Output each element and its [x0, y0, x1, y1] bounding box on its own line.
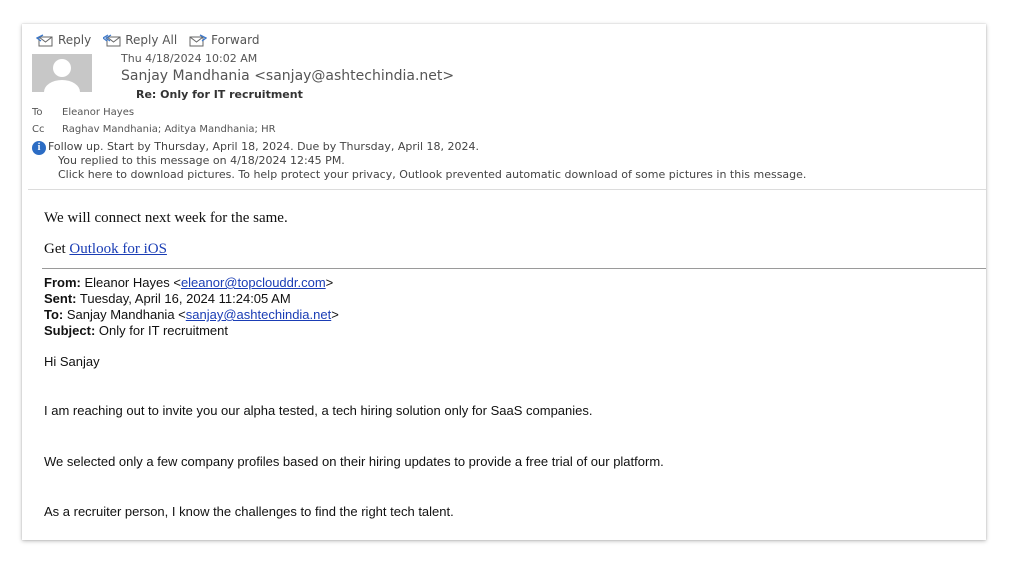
- forward-icon: [189, 34, 208, 47]
- to-recipients[interactable]: Eleanor Hayes: [62, 107, 134, 118]
- download-pictures-link[interactable]: Click here to download pictures. To help…: [58, 168, 806, 182]
- forward-button[interactable]: Forward: [189, 33, 259, 47]
- followup-text: Follow up. Start by Thursday, April 18, …: [48, 140, 480, 153]
- reply-all-button[interactable]: Reply All: [103, 33, 177, 47]
- reply-icon: [36, 34, 53, 47]
- orig-from-end: >: [325, 275, 334, 290]
- quoted-divider: [42, 268, 986, 269]
- email-reading-pane: Reply Reply All Forward Thu 4/18/2024 10…: [22, 24, 986, 540]
- header-divider: [28, 189, 986, 190]
- orig-subject-label: Subject:: [44, 323, 96, 338]
- orig-to-name: Sanjay Mandhania <: [63, 307, 186, 322]
- outlook-ios-link[interactable]: Outlook for iOS: [69, 241, 167, 257]
- cc-row: Cc Raghav Mandhania; Aditya Mandhania; H…: [32, 124, 276, 135]
- orig-subject-row: Subject: Only for IT recruitment: [44, 323, 339, 339]
- orig-to-end: >: [331, 307, 339, 322]
- to-label: To: [32, 107, 43, 118]
- body-paragraph-2: We selected only a few company profiles …: [44, 454, 664, 469]
- reply-all-label: Reply All: [125, 33, 178, 47]
- orig-sent-row: Sent: Tuesday, April 16, 2024 11:24:05 A…: [44, 291, 339, 307]
- forward-label: Forward: [211, 33, 260, 47]
- sender-avatar: [32, 54, 92, 92]
- reply-all-icon: [103, 34, 121, 47]
- reply-button[interactable]: Reply: [36, 33, 91, 47]
- message-toolbar: Reply Reply All Forward: [36, 32, 259, 48]
- orig-from-row: From: Eleanor Hayes <eleanor@topclouddr.…: [44, 275, 339, 291]
- to-row: To Eleanor Hayes: [32, 107, 134, 118]
- orig-from-email[interactable]: eleanor@topclouddr.com: [181, 275, 326, 290]
- reply-label: Reply: [58, 33, 92, 47]
- orig-to-row: To: Sanjay Mandhania <sanjay@ashtechindi…: [44, 307, 339, 323]
- body-paragraph-3: As a recruiter person, I know the challe…: [44, 504, 454, 519]
- orig-to-email[interactable]: sanjay@ashtechindia.net: [186, 307, 331, 322]
- message-subject: Re: Only for IT recruitment: [136, 88, 303, 101]
- greeting: Hi Sanjay: [44, 354, 100, 369]
- cc-label: Cc: [32, 124, 45, 135]
- cc-recipients[interactable]: Raghav Mandhania; Aditya Mandhania; HR: [62, 124, 276, 135]
- orig-subject-value: Only for IT recruitment: [95, 323, 228, 338]
- body-paragraph-1: I am reaching out to invite you our alph…: [44, 403, 593, 418]
- orig-sent-label: Sent:: [44, 291, 77, 306]
- original-header: From: Eleanor Hayes <eleanor@topclouddr.…: [44, 275, 339, 339]
- get-outlook-line: Get Outlook for iOS: [44, 241, 167, 258]
- person-icon: [44, 59, 80, 92]
- orig-sent-value: Tuesday, April 16, 2024 11:24:05 AM: [76, 291, 291, 306]
- message-date: Thu 4/18/2024 10:02 AM: [121, 52, 258, 65]
- orig-from-label: From:: [44, 275, 81, 290]
- orig-to-label: To:: [44, 307, 64, 322]
- reply-line: We will connect next week for the same.: [44, 210, 288, 226]
- replied-text: You replied to this message on 4/18/2024…: [58, 154, 345, 167]
- message-sender[interactable]: Sanjay Mandhania <sanjay@ashtechindia.ne…: [121, 68, 454, 84]
- info-bar: i Follow up. Start by Thursday, April 18…: [32, 140, 806, 182]
- info-icon: i: [32, 141, 46, 155]
- get-prefix: Get: [44, 241, 70, 257]
- orig-from-name: Eleanor Hayes <: [80, 275, 181, 290]
